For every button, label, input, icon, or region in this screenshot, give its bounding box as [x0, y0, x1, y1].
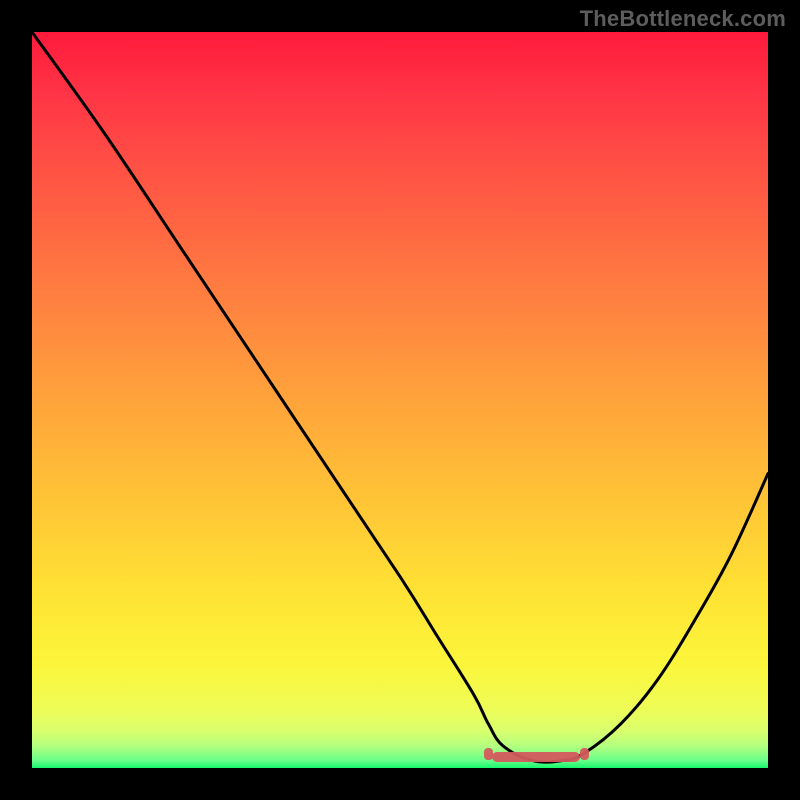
chart-frame: TheBottleneck.com — [0, 0, 800, 800]
curve-path — [32, 32, 768, 762]
valley-flat-segment — [492, 752, 580, 762]
valley-end-dot-right — [580, 748, 589, 760]
watermark-text: TheBottleneck.com — [580, 6, 786, 32]
plot-area — [32, 32, 768, 768]
bottleneck-curve — [32, 32, 768, 768]
